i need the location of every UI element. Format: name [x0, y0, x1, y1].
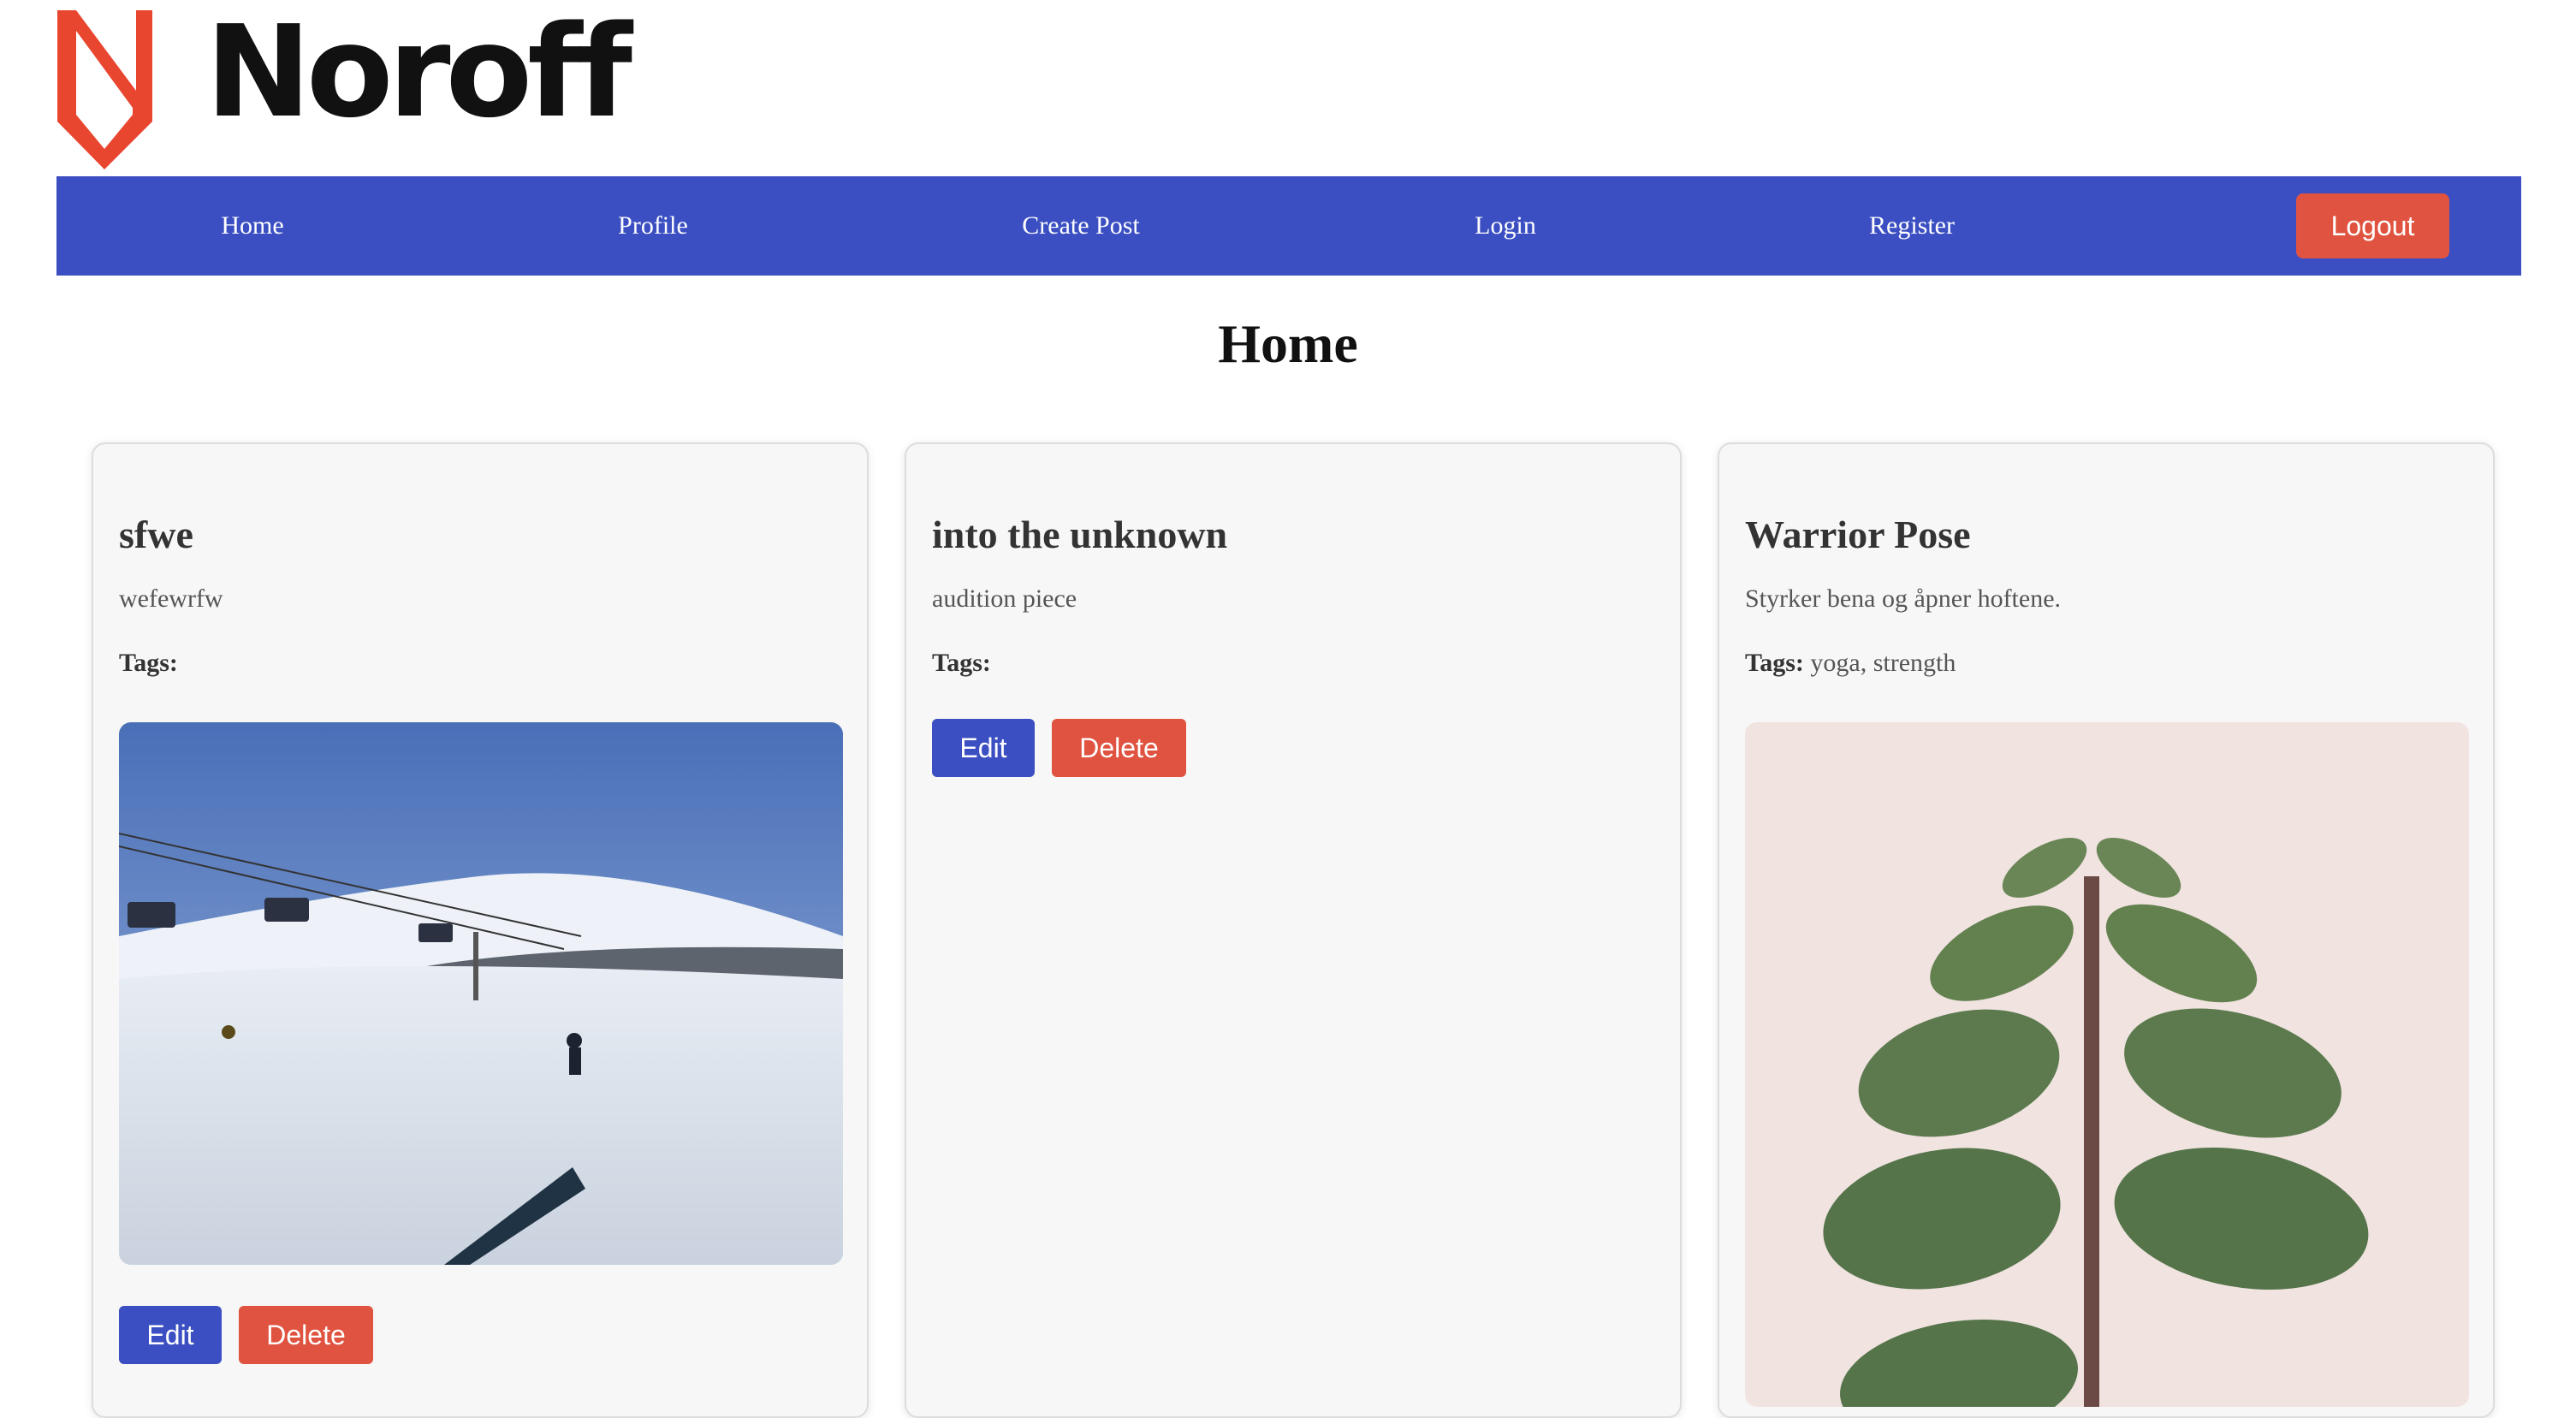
post-title: into the unknown: [932, 513, 1228, 556]
tags-label: Tags:: [1745, 649, 1804, 678]
post-image-ski-slope: [119, 722, 843, 1266]
nav-register[interactable]: Register: [1869, 176, 1955, 276]
main-navigation: Home Profile Create Post Login Register …: [56, 176, 2521, 276]
brand-name: Noroff: [205, 0, 632, 145]
logout-button[interactable]: Logout: [2296, 193, 2449, 258]
noroff-logo-icon: [56, 5, 154, 169]
nav-create-post[interactable]: Create Post: [1022, 176, 1139, 276]
tags-value: yoga, strength: [1810, 649, 1956, 678]
tags-label: Tags:: [932, 649, 991, 678]
nav-home[interactable]: Home: [221, 176, 283, 276]
post-title: sfwe: [119, 513, 193, 556]
post-body: Styrker bena og åpner hoftene.: [1745, 584, 2062, 614]
post-body: audition piece: [932, 584, 1077, 614]
post-actions: Edit Delete: [932, 719, 1654, 778]
post-tags: Tags:: [932, 646, 1654, 679]
tags-label: Tags:: [119, 649, 178, 678]
post-tags: Tags: yoga, strength: [1745, 646, 2467, 679]
delete-button[interactable]: Delete: [1052, 719, 1186, 778]
post-title: Warrior Pose: [1745, 513, 1971, 556]
nav-profile[interactable]: Profile: [618, 176, 688, 276]
post-card: sfwe wefewrfw Tags: Edit Delete: [92, 442, 869, 1418]
nav-login[interactable]: Login: [1475, 176, 1536, 276]
post-tags: Tags:: [119, 646, 841, 679]
delete-button[interactable]: Delete: [239, 1306, 373, 1365]
page-title: Home: [1218, 313, 1358, 374]
post-image-mint-plant: [1745, 722, 2469, 1408]
post-card: into the unknown audition piece Tags: Ed…: [905, 442, 1682, 1418]
post-body: wefewrfw: [119, 584, 223, 614]
post-card: Warrior Pose Styrker bena og åpner hofte…: [1718, 442, 2495, 1418]
post-actions: Edit Delete: [119, 1306, 841, 1365]
edit-button[interactable]: Edit: [932, 719, 1035, 778]
edit-button[interactable]: Edit: [119, 1306, 222, 1365]
site-logo[interactable]: Noroff: [56, 0, 632, 171]
